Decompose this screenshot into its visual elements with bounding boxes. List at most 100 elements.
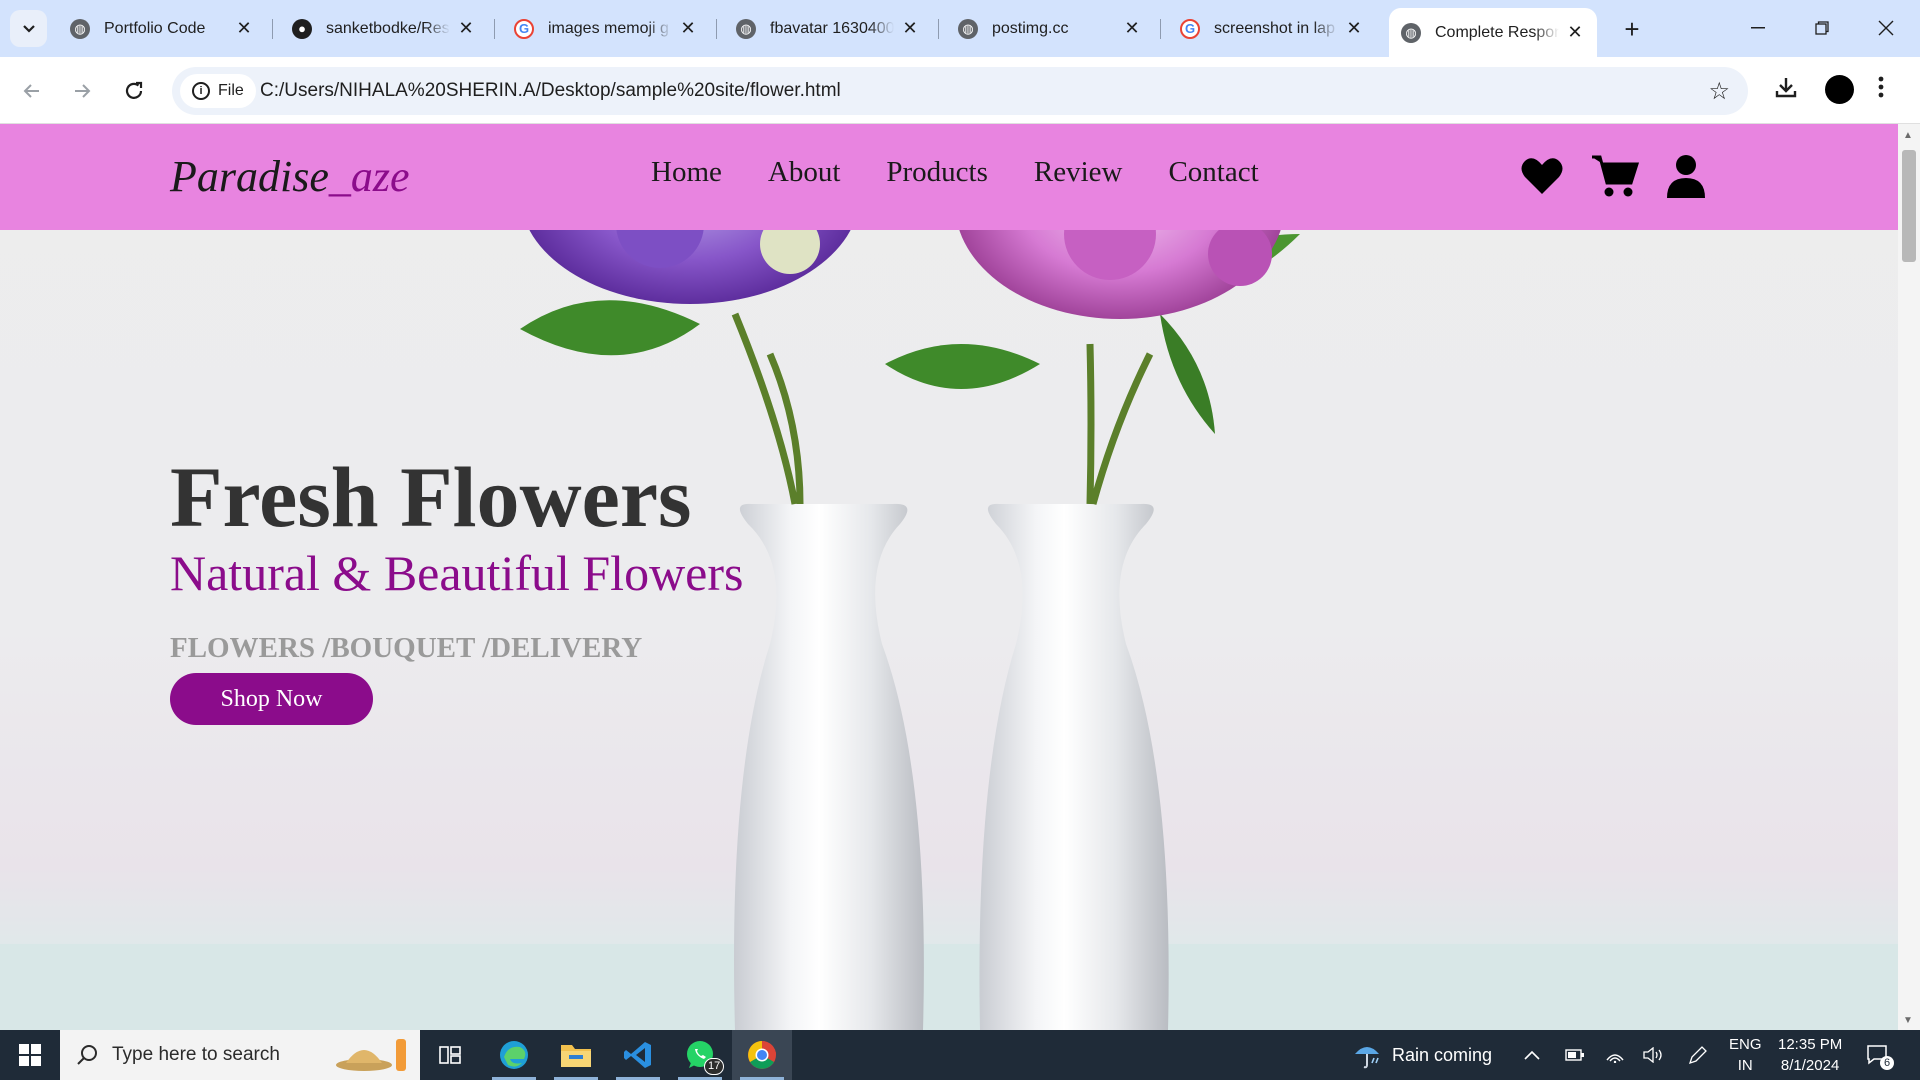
vscode-icon bbox=[624, 1042, 651, 1068]
chevron-down-icon bbox=[22, 24, 35, 33]
scroll-up-icon[interactable]: ▲ bbox=[1903, 130, 1913, 141]
tab-images-memoji[interactable]: G images memoji g ✕ bbox=[502, 8, 710, 49]
taskbar-vscode[interactable] bbox=[608, 1030, 668, 1080]
globe-icon: ◍ bbox=[958, 18, 978, 39]
close-icon[interactable]: ✕ bbox=[1344, 18, 1364, 39]
close-icon bbox=[1878, 20, 1894, 36]
task-view-icon bbox=[439, 1046, 461, 1064]
web-page: Paradise_aze Home About Products Review … bbox=[0, 124, 1898, 1030]
minimize-icon bbox=[1751, 27, 1765, 29]
cart-icon[interactable] bbox=[1590, 154, 1640, 198]
taskbar-edge[interactable] bbox=[484, 1030, 544, 1080]
search-placeholder: Type here to search bbox=[112, 1044, 280, 1065]
site-info-chip[interactable]: i File bbox=[180, 74, 256, 108]
battery-status[interactable] bbox=[1565, 1030, 1585, 1080]
tab-separator bbox=[716, 19, 717, 39]
address-bar[interactable]: i File C:/Users/NIHALA%20SHERIN.A/Deskto… bbox=[172, 67, 1748, 115]
input-language[interactable]: ENG IN bbox=[1729, 1034, 1762, 1076]
scroll-down-icon[interactable]: ▼ bbox=[1903, 1015, 1913, 1026]
tab-postimg[interactable]: ◍ postimg.cc ✕ bbox=[946, 8, 1154, 49]
chevron-up-icon bbox=[1524, 1050, 1540, 1060]
site-logo[interactable]: Paradise_aze bbox=[170, 151, 410, 202]
taskbar-file-explorer[interactable] bbox=[546, 1030, 606, 1080]
notification-center-button[interactable]: 6 bbox=[1866, 1030, 1895, 1080]
close-icon[interactable]: ✕ bbox=[1565, 22, 1585, 43]
nav-contact[interactable]: Contact bbox=[1168, 156, 1258, 189]
tab-github[interactable]: ● sanketbodke/Res ✕ bbox=[280, 8, 488, 49]
logo-accent: _aze bbox=[328, 152, 410, 201]
clock-date: 8/1/2024 bbox=[1780, 1057, 1840, 1074]
site-header: Paradise_aze Home About Products Review … bbox=[0, 124, 1898, 230]
search-highlight-icon bbox=[335, 1039, 406, 1071]
close-icon[interactable]: ✕ bbox=[900, 18, 920, 39]
tab-separator bbox=[494, 19, 495, 39]
forward-button[interactable] bbox=[64, 73, 100, 109]
header-icons bbox=[1520, 154, 1706, 198]
tab-search-button[interactable] bbox=[10, 10, 47, 47]
browser-menu-button[interactable] bbox=[1878, 75, 1884, 106]
download-icon bbox=[1775, 78, 1797, 98]
weather-widget[interactable]: Rain coming bbox=[1352, 1030, 1492, 1080]
download-button[interactable] bbox=[1774, 75, 1798, 106]
system-clock[interactable]: 12:35 PM 8/1/2024 bbox=[1778, 1034, 1842, 1076]
url-text[interactable]: C:/Users/NIHALA%20SHERIN.A/Desktop/sampl… bbox=[260, 80, 841, 102]
heart-icon[interactable] bbox=[1520, 156, 1564, 196]
bookmark-star-icon[interactable]: ☆ bbox=[1708, 77, 1730, 106]
close-icon[interactable]: ✕ bbox=[1122, 18, 1142, 39]
restore-button[interactable] bbox=[1802, 12, 1842, 44]
tab-title: sanketbodke/Res bbox=[326, 19, 450, 37]
shop-now-button[interactable]: Shop Now bbox=[170, 673, 373, 725]
new-tab-button[interactable]: + bbox=[1617, 14, 1647, 44]
back-button[interactable] bbox=[14, 73, 50, 109]
taskbar-search-box[interactable]: Type here to search bbox=[60, 1030, 420, 1080]
reload-button[interactable] bbox=[116, 73, 152, 109]
site-nav: Home About Products Review Contact bbox=[651, 156, 1259, 189]
tab-title: images memoji g bbox=[548, 19, 669, 37]
close-icon[interactable]: ✕ bbox=[456, 18, 476, 39]
tab-screenshot-in-laptop[interactable]: G screenshot in lap ✕ bbox=[1168, 8, 1376, 49]
taskbar-chrome[interactable] bbox=[732, 1030, 792, 1080]
profile-avatar[interactable] bbox=[1825, 75, 1854, 104]
tab-complete-responsive[interactable]: ◍ Complete Respon ✕ bbox=[1389, 8, 1597, 57]
task-view-button[interactable] bbox=[420, 1030, 480, 1080]
nav-review[interactable]: Review bbox=[1034, 156, 1123, 189]
start-button[interactable] bbox=[0, 1030, 60, 1080]
tab-fbavatar[interactable]: ◍ fbavatar 1630400 ✕ bbox=[724, 8, 932, 49]
whatsapp-badge: 17 bbox=[704, 1058, 725, 1075]
nav-about[interactable]: About bbox=[768, 156, 841, 189]
forward-arrow-icon bbox=[75, 84, 91, 98]
info-icon: i bbox=[192, 82, 210, 100]
tab-separator bbox=[1160, 19, 1161, 39]
nav-home[interactable]: Home bbox=[651, 156, 722, 189]
tab-title: Complete Respon bbox=[1435, 23, 1559, 41]
windows-taskbar: Type here to search 17 Rain coming ENG I… bbox=[0, 1030, 1920, 1080]
speaker-icon bbox=[1643, 1047, 1662, 1063]
hero-subtitle: Natural & Beautiful Flowers bbox=[170, 545, 744, 601]
tab-separator bbox=[938, 19, 939, 39]
chrome-icon bbox=[748, 1041, 776, 1069]
tab-title: screenshot in lap bbox=[1214, 19, 1335, 37]
close-icon[interactable]: ✕ bbox=[678, 18, 698, 39]
pen-menu[interactable] bbox=[1688, 1030, 1708, 1080]
globe-icon: ◍ bbox=[1401, 22, 1421, 43]
network-status[interactable] bbox=[1605, 1030, 1625, 1080]
tab-portfolio-code[interactable]: ◍ Portfolio Code ✕ bbox=[58, 8, 266, 49]
windows-logo-icon bbox=[19, 1044, 41, 1066]
umbrella-rain-icon bbox=[1355, 1047, 1379, 1069]
site-info-label: File bbox=[218, 82, 244, 99]
minimize-button[interactable] bbox=[1738, 12, 1778, 44]
nav-products[interactable]: Products bbox=[886, 156, 988, 189]
page-scrollbar[interactable]: ▲ ▼ bbox=[1898, 124, 1920, 1030]
tray-overflow-button[interactable] bbox=[1524, 1030, 1540, 1080]
close-window-button[interactable] bbox=[1866, 12, 1906, 44]
taskbar-whatsapp[interactable]: 17 bbox=[670, 1030, 730, 1080]
pen-icon bbox=[1688, 1046, 1707, 1065]
scrollbar-thumb[interactable] bbox=[1902, 150, 1916, 262]
close-icon[interactable]: ✕ bbox=[234, 18, 254, 39]
google-icon: G bbox=[1180, 18, 1200, 39]
user-icon[interactable] bbox=[1666, 154, 1706, 198]
restore-icon bbox=[1815, 21, 1829, 35]
volume-control[interactable] bbox=[1643, 1030, 1665, 1080]
folder-icon bbox=[561, 1045, 591, 1067]
globe-icon: ◍ bbox=[736, 18, 756, 39]
